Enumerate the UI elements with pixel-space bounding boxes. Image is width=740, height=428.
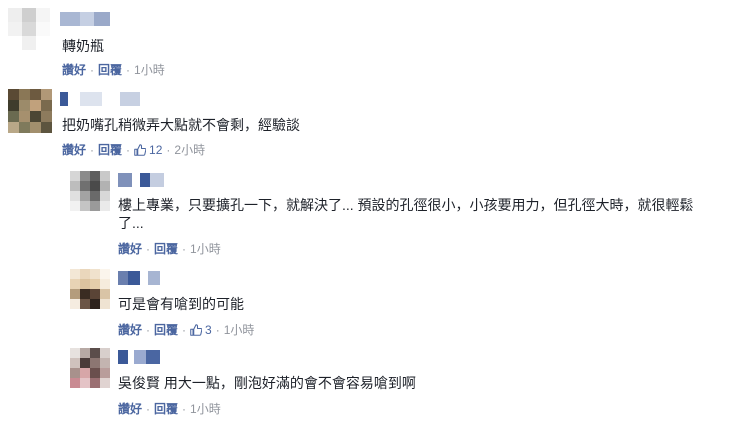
separator: ·	[126, 63, 131, 77]
comment-text: 轉奶瓶	[62, 38, 104, 54]
timestamp[interactable]: 1小時	[134, 63, 165, 77]
timestamp[interactable]: 1小時	[224, 323, 255, 337]
comment-actions: 讚好 · 回覆 · 1小時	[118, 402, 221, 416]
like-button[interactable]: 讚好	[118, 323, 142, 337]
comment-actions: 讚好 · 回覆 · 12 · 2小時	[62, 143, 205, 157]
comment-actions: 讚好 · 回覆 · 1小時	[62, 63, 165, 77]
commenter-name[interactable]	[118, 173, 164, 187]
avatar[interactable]	[70, 269, 110, 309]
reply-button[interactable]: 回覆	[98, 63, 122, 77]
like-count-value: 3	[205, 323, 212, 337]
separator: ·	[90, 143, 95, 157]
like-button[interactable]: 讚好	[118, 402, 142, 416]
separator: ·	[215, 323, 220, 337]
avatar[interactable]	[70, 171, 110, 211]
commenter-name[interactable]	[118, 271, 160, 285]
separator: ·	[146, 402, 151, 416]
like-count[interactable]: 12	[134, 143, 162, 157]
separator: ·	[146, 242, 151, 256]
like-count[interactable]: 3	[190, 323, 212, 337]
comment-actions: 讚好 · 回覆 · 1小時	[118, 242, 221, 256]
avatar[interactable]	[8, 8, 50, 50]
separator: ·	[90, 63, 95, 77]
timestamp[interactable]: 1小時	[190, 242, 221, 256]
separator: ·	[182, 402, 187, 416]
comment-text: 吳俊賢 用大一點，剛泡好滿的會不會容易嗆到啊	[118, 375, 416, 391]
comment-text: 可是會有嗆到的可能	[118, 296, 244, 312]
separator: ·	[146, 323, 151, 337]
timestamp[interactable]: 2小時	[174, 143, 205, 157]
timestamp[interactable]: 1小時	[190, 402, 221, 416]
commenter-name[interactable]	[118, 350, 160, 364]
reply-button[interactable]: 回覆	[154, 323, 178, 337]
separator: ·	[126, 143, 131, 157]
thumbs-up-icon	[190, 324, 203, 336]
like-button[interactable]: 讚好	[62, 63, 86, 77]
avatar[interactable]	[70, 348, 110, 388]
avatar[interactable]	[8, 89, 52, 133]
comment-text: 把奶嘴孔稍微弄大點就不會剩，經驗談	[62, 117, 300, 133]
comment-actions: 讚好 · 回覆 · 3 · 1小時	[118, 323, 254, 337]
like-count-value: 12	[149, 143, 163, 157]
like-button[interactable]: 讚好	[62, 143, 86, 157]
reply-button[interactable]: 回覆	[98, 143, 122, 157]
commenter-name[interactable]	[60, 12, 110, 26]
reply-button[interactable]: 回覆	[154, 242, 178, 256]
comment-text: 樓上專業，只要擴孔一下，就解決了... 預設的孔徑很小，小孩要用力，但孔徑大時，…	[118, 197, 694, 231]
commenter-name[interactable]	[60, 92, 140, 106]
separator: ·	[182, 323, 187, 337]
separator: ·	[182, 242, 187, 256]
like-button[interactable]: 讚好	[118, 242, 142, 256]
separator: ·	[166, 143, 171, 157]
reply-button[interactable]: 回覆	[154, 402, 178, 416]
thumbs-up-icon	[134, 144, 147, 156]
